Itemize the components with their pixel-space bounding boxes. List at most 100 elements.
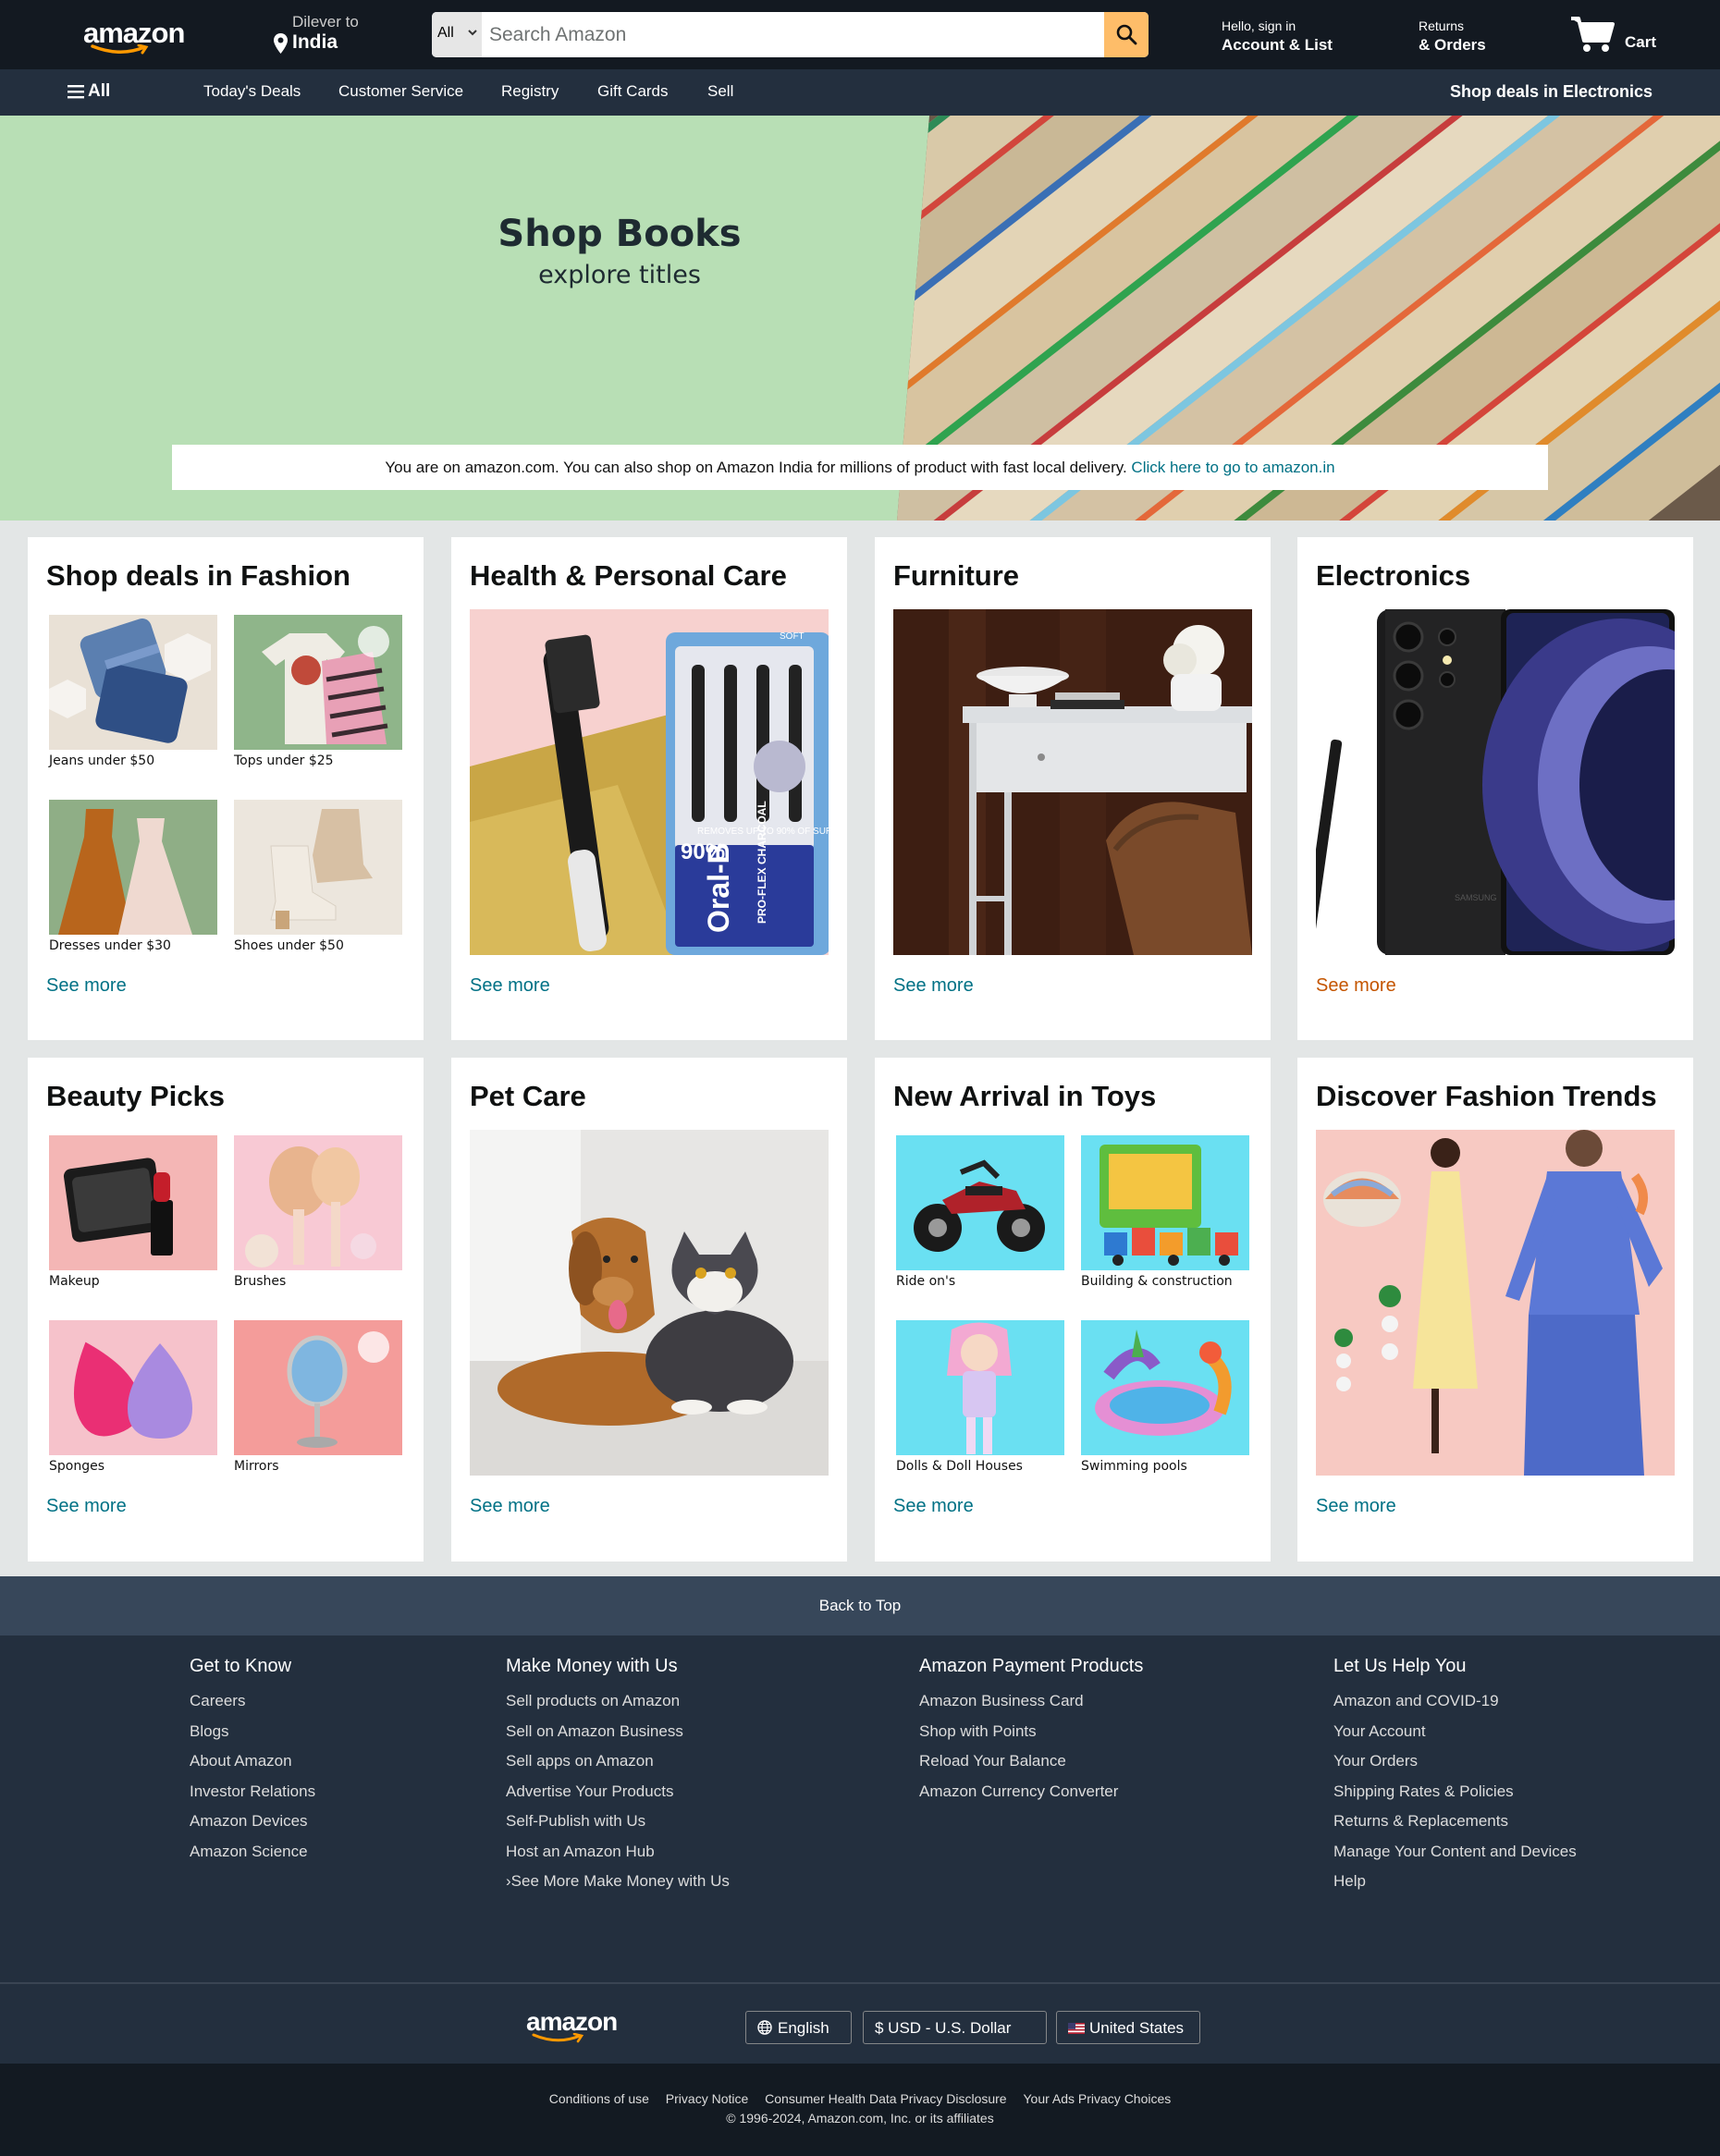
pool-image: [1081, 1320, 1249, 1455]
search-button[interactable]: [1104, 12, 1149, 57]
search-icon: [1116, 24, 1137, 45]
nav-link-sell[interactable]: Sell: [707, 82, 733, 101]
all-menu-button[interactable]: All: [68, 81, 110, 102]
footer-column-payment-products: Amazon Payment Products Amazon Business …: [919, 1656, 1143, 1807]
cart-icon: [1571, 17, 1615, 52]
card-title: New Arrival in Toys: [893, 1080, 1157, 1112]
footer-link[interactable]: Careers: [190, 1686, 315, 1717]
search-input[interactable]: [482, 12, 1074, 57]
footer-column-get-to-know: Get to Know Careers Blogs About Amazon I…: [190, 1656, 315, 1867]
returns-label: Returns: [1419, 18, 1465, 33]
search-category-select[interactable]: All: [432, 12, 482, 57]
amazon-india-link[interactable]: Click here to go to amazon.in: [1131, 459, 1334, 476]
pet-image[interactable]: [470, 1130, 829, 1476]
quad-item-dresses[interactable]: Dresses under $30: [49, 800, 217, 953]
card-title: Pet Care: [470, 1080, 586, 1112]
nav-link-todays-deals[interactable]: Today's Deals: [203, 82, 301, 101]
footer-links: Get to Know Careers Blogs About Amazon I…: [0, 1635, 1720, 1982]
footer-link[interactable]: Shop with Points: [919, 1717, 1143, 1747]
toothbrush-image[interactable]: REMOVES UP TO 90% OF SURFACE STAINS 90% …: [470, 609, 829, 955]
quad-item-brushes[interactable]: Brushes: [234, 1135, 402, 1289]
see-more-link[interactable]: See more: [893, 975, 974, 997]
card-health-personal-care: Health & Personal Care REMOVES UP TO 90%…: [451, 537, 847, 1040]
phone-image[interactable]: SAMSUNG: [1316, 609, 1675, 955]
quad-item-dolls[interactable]: Dolls & Doll Houses: [896, 1320, 1064, 1474]
footer-link[interactable]: Help: [1333, 1867, 1577, 1897]
quad-item-jeans[interactable]: Jeans under $50: [49, 615, 217, 768]
footer-link[interactable]: Self-Publish with Us: [506, 1807, 730, 1837]
card-pet-care: Pet Care See more: [451, 1058, 847, 1562]
nav-link-customer-service[interactable]: Customer Service: [338, 82, 463, 101]
footer-link[interactable]: Manage Your Content and Devices: [1333, 1837, 1577, 1868]
footer-link[interactable]: Sell products on Amazon: [506, 1686, 730, 1717]
footer-link[interactable]: About Amazon: [190, 1746, 315, 1777]
footer-link[interactable]: Amazon Business Card: [919, 1686, 1143, 1717]
account-and-lists[interactable]: Hello, sign in Account & List: [1222, 18, 1333, 55]
footer-link[interactable]: Reload Your Balance: [919, 1746, 1143, 1777]
legal-link-health-data[interactable]: Consumer Health Data Privacy Disclosure: [765, 2091, 1006, 2106]
quad-item-makeup[interactable]: Makeup: [49, 1135, 217, 1289]
returns-and-orders[interactable]: Returns & Orders: [1419, 18, 1486, 55]
footer-link[interactable]: Blogs: [190, 1717, 315, 1747]
footer-link[interactable]: Sell apps on Amazon: [506, 1746, 730, 1777]
footer-link[interactable]: Sell on Amazon Business: [506, 1717, 730, 1747]
furniture-image[interactable]: [893, 609, 1252, 955]
see-more-link[interactable]: See more: [1316, 1496, 1396, 1517]
see-more-link[interactable]: See more: [470, 1496, 550, 1517]
cart-button[interactable]: Cart: [1569, 13, 1680, 57]
quad-caption: Building & construction: [1081, 1274, 1233, 1289]
footer-link[interactable]: Investor Relations: [190, 1777, 315, 1807]
footer-link[interactable]: Amazon Currency Converter: [919, 1777, 1143, 1807]
quad-caption: Ride on's: [896, 1274, 956, 1289]
quad-item-tops[interactable]: Tops under $25: [234, 615, 402, 768]
footer-link[interactable]: Your Account: [1333, 1717, 1577, 1747]
footer-link[interactable]: Amazon and COVID-19: [1333, 1686, 1577, 1717]
legal-link-ads-privacy[interactable]: Your Ads Privacy Choices: [1023, 2091, 1171, 2106]
footer-link[interactable]: ›See More Make Money with Us: [506, 1867, 730, 1897]
quad-item-pools[interactable]: Swimming pools: [1081, 1320, 1249, 1474]
see-more-link[interactable]: See more: [46, 975, 127, 997]
quad-item-ride-ons[interactable]: Ride on's: [896, 1135, 1064, 1289]
back-to-top-button[interactable]: Back to Top: [0, 1576, 1720, 1635]
nav-link-gift-cards[interactable]: Gift Cards: [597, 82, 669, 101]
card-title: Shop deals in Fashion: [46, 559, 350, 592]
footer-amazon-logo[interactable]: amazon: [526, 2007, 628, 2044]
currency-selector[interactable]: $ USD - U.S. Dollar: [863, 2011, 1047, 2044]
nav-link-registry[interactable]: Registry: [501, 82, 559, 101]
quad-caption: Brushes: [234, 1274, 287, 1289]
legal-link-privacy[interactable]: Privacy Notice: [666, 2091, 748, 2106]
amazon-logo[interactable]: amazon: [83, 17, 185, 55]
footer-link[interactable]: Returns & Replacements: [1333, 1807, 1577, 1837]
language-selector[interactable]: English: [745, 2011, 852, 2044]
quad-item-sponges[interactable]: Sponges: [49, 1320, 217, 1474]
footer-link[interactable]: Amazon Science: [190, 1837, 315, 1868]
visual-search-icon[interactable]: [358, 626, 389, 657]
fashion-trends-image[interactable]: [1316, 1130, 1675, 1476]
makeup-image: [49, 1135, 217, 1270]
card-fashion-deals: Shop deals in Fashion Jeans under $50 To…: [28, 537, 424, 1040]
see-more-link[interactable]: See more: [46, 1496, 127, 1517]
us-flag-icon: [1068, 2023, 1085, 2034]
quad-item-building[interactable]: Building & construction: [1081, 1135, 1249, 1289]
footer-column-title: Amazon Payment Products: [919, 1656, 1144, 1676]
building-toys-image: [1081, 1135, 1249, 1270]
footer-link[interactable]: Host an Amazon Hub: [506, 1837, 730, 1868]
visual-search-icon[interactable]: [358, 1331, 389, 1363]
footer-link[interactable]: Advertise Your Products: [506, 1777, 730, 1807]
shoes-image: [234, 800, 402, 935]
nav-link-electronics-deals[interactable]: Shop deals in Electronics: [1450, 82, 1652, 102]
quad-item-mirrors[interactable]: Mirrors: [234, 1320, 402, 1474]
see-more-link[interactable]: See more: [1316, 975, 1396, 997]
legal-link-conditions[interactable]: Conditions of use: [549, 2091, 649, 2106]
quad-item-shoes[interactable]: Shoes under $50: [234, 800, 402, 953]
card-title: Discover Fashion Trends: [1316, 1080, 1657, 1112]
footer-link[interactable]: Amazon Devices: [190, 1807, 315, 1837]
country-selector[interactable]: United States: [1056, 2011, 1200, 2044]
footer-link[interactable]: Your Orders: [1333, 1746, 1577, 1777]
see-more-link[interactable]: See more: [470, 975, 550, 997]
region-notice: You are on amazon.com. You can also shop…: [172, 445, 1548, 490]
jeans-image: [49, 615, 217, 750]
quad-caption: Makeup: [49, 1274, 100, 1289]
footer-link[interactable]: Shipping Rates & Policies: [1333, 1777, 1577, 1807]
see-more-link[interactable]: See more: [893, 1496, 974, 1517]
